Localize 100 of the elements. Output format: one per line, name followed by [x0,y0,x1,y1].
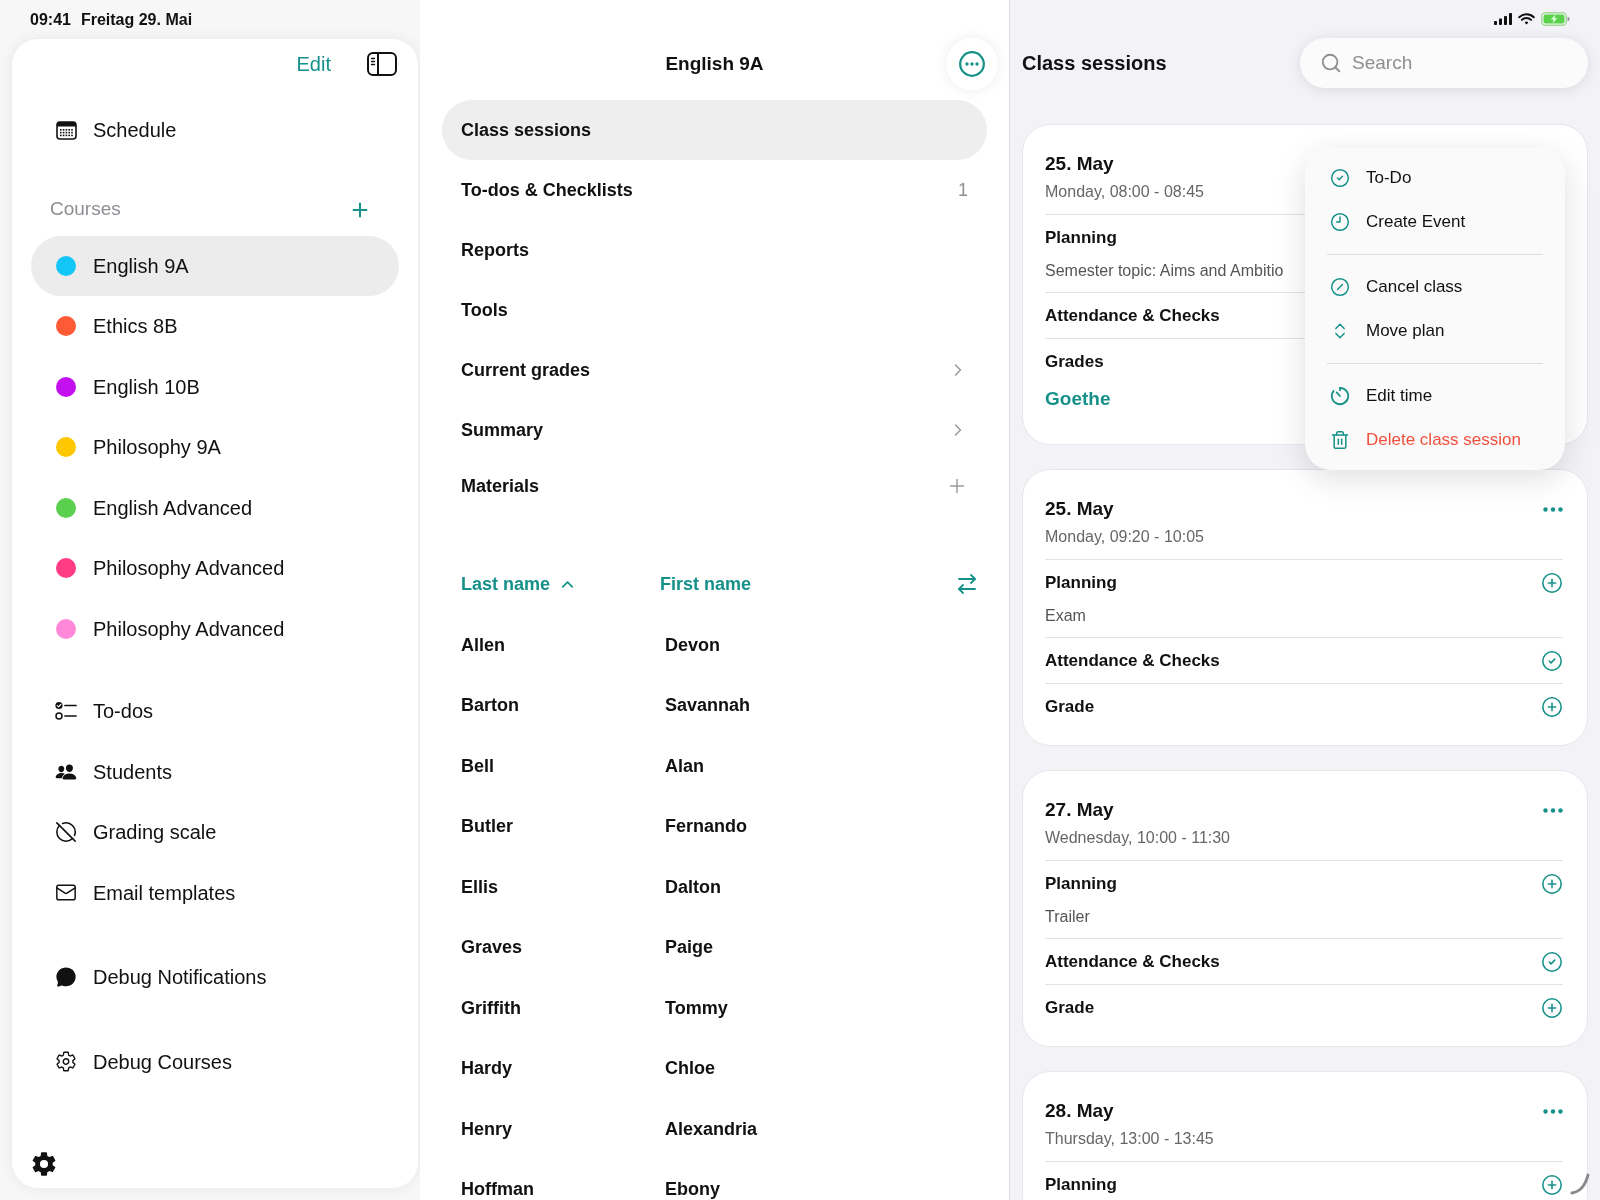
menu-item[interactable]: Cancel class [1305,265,1565,309]
sidebar-item[interactable]: Debug Courses [31,1031,399,1092]
column-header[interactable]: Last name [461,570,660,598]
clock-icon [1330,212,1350,232]
session-time: Monday, 09:20 - 10:05 [1045,527,1204,547]
course-item[interactable]: Philosophy Advanced [31,598,399,659]
swap-arrows-icon[interactable] [955,572,979,596]
plus-circle-icon[interactable] [1541,872,1563,895]
panel-title: Class sessions [1022,51,1167,76]
session-time: Monday, 08:00 - 08:45 [1045,182,1204,202]
student-last-name: Henry [461,1117,514,1141]
course-item[interactable]: Philosophy Advanced [31,538,399,599]
student-last-name: Allen [461,633,506,657]
student-first-name: Ebony [665,1178,720,1200]
menu-item[interactable]: Create Event [1305,200,1565,244]
status-date: Freitag 29. Mai [80,9,193,30]
section-note: Exam [1045,606,1086,626]
student-first-name: Tommy [665,996,728,1020]
student-last-name: Bell [461,754,495,778]
course-title: English 9A [665,51,764,76]
ellipsis-icon[interactable] [1543,506,1563,512]
section-item[interactable]: Current grades [442,340,987,400]
student-last-name: Hoffman [461,1178,535,1200]
trash-icon [1330,430,1350,450]
plus-circle-icon[interactable] [1541,571,1563,594]
section-title: Planning [1045,226,1117,249]
sidebar-item[interactable]: Debug Notifications [31,947,399,1008]
section-title: Planning [1045,872,1117,895]
course-item[interactable]: Ethics 8B [31,296,399,357]
section-note: Semester topic: Aims and Ambitio [1045,261,1284,281]
student-first-name: Devon [665,633,720,657]
menu-item[interactable]: To-Do [1305,156,1565,200]
section-item[interactable]: Reports [442,220,987,280]
student-first-name: Savannah [665,694,751,718]
settings-icon[interactable] [31,1151,57,1177]
student-last-name: Hardy [461,1057,514,1081]
column-header[interactable]: First name [660,570,752,598]
section-heading: Courses [50,197,121,222]
sidebar-item[interactable]: Students [31,741,399,802]
course-item[interactable]: English 9A [31,235,399,296]
session-date: 27. May [1045,798,1114,822]
checklist-icon [55,701,77,722]
section-item[interactable]: To-dos & Checklists 1 [442,160,987,220]
corner-arc-icon [1570,1173,1590,1195]
sidebar-toggle-icon[interactable] [367,52,397,76]
sidebar-item[interactable]: Grading scale [31,802,399,863]
session-date: 28. May [1045,1099,1114,1123]
status-time: 09:41 [30,9,71,30]
item-count: 1 [958,178,968,202]
section-item[interactable]: Tools [442,280,987,340]
search-field[interactable]: Search [1300,38,1588,88]
student-first-name: Dalton [665,875,721,899]
plus-circle-icon[interactable] [1541,1173,1563,1196]
timer-icon [1330,386,1350,406]
course-item[interactable]: Philosophy 9A [31,417,399,478]
student-first-name: Alan [665,754,704,778]
section-title: Grade [1045,996,1095,1019]
circle-slash-icon [55,821,77,844]
section-item[interactable]: Materials [442,460,987,512]
section-title: Grade [1045,695,1095,718]
sidebar-item[interactable]: To-dos [31,681,399,742]
wifi-icon [1518,13,1535,25]
circle-slash-icon [1330,277,1350,297]
student-first-name: Chloe [665,1057,715,1081]
student-last-name: Butler [461,815,514,839]
student-first-name: Fernando [665,815,747,839]
student-last-name: Graves [461,936,524,960]
session-date: 25. May [1045,152,1114,176]
section-title: Attendance & Checks [1045,950,1220,973]
ellipsis-circle-icon [959,51,985,77]
signal-icon [1494,13,1512,25]
grade-entry-link[interactable]: Goethe [1045,386,1111,412]
course-item[interactable]: English Advanced [31,477,399,538]
student-last-name: Ellis [461,875,500,899]
section-title: Planning [1045,571,1117,594]
section-item[interactable]: Class sessions [442,100,987,160]
menu-item[interactable]: Edit time [1305,374,1565,418]
course-item[interactable]: English 10B [31,356,399,417]
gear-icon [55,1050,77,1074]
battery-icon [1541,12,1570,26]
student-first-name: Paige [665,936,714,960]
calendar-icon [55,120,77,140]
check-circle-icon [1330,168,1350,188]
plus-circle-icon[interactable] [1541,695,1563,718]
ellipsis-icon[interactable] [1543,807,1563,813]
more-button[interactable] [946,38,998,90]
section-item[interactable]: Summary [442,400,987,460]
search-icon [1320,52,1342,74]
ellipsis-icon[interactable] [1543,1108,1563,1114]
check-circle-icon[interactable] [1541,649,1563,672]
edit-button[interactable]: Edit [296,49,331,79]
check-circle-icon[interactable] [1541,950,1563,973]
session-time: Wednesday, 10:00 - 11:30 [1045,828,1230,848]
section-title: Attendance & Checks [1045,649,1220,672]
section-title: Grades [1045,350,1104,373]
menu-item[interactable]: Move plan [1305,309,1565,353]
plus-circle-icon[interactable] [1541,996,1563,1019]
session-time: Thursday, 13:00 - 13:45 [1045,1129,1214,1149]
sidebar-item[interactable]: Email templates [31,862,399,923]
sidebar-item[interactable]: Schedule [31,100,399,161]
